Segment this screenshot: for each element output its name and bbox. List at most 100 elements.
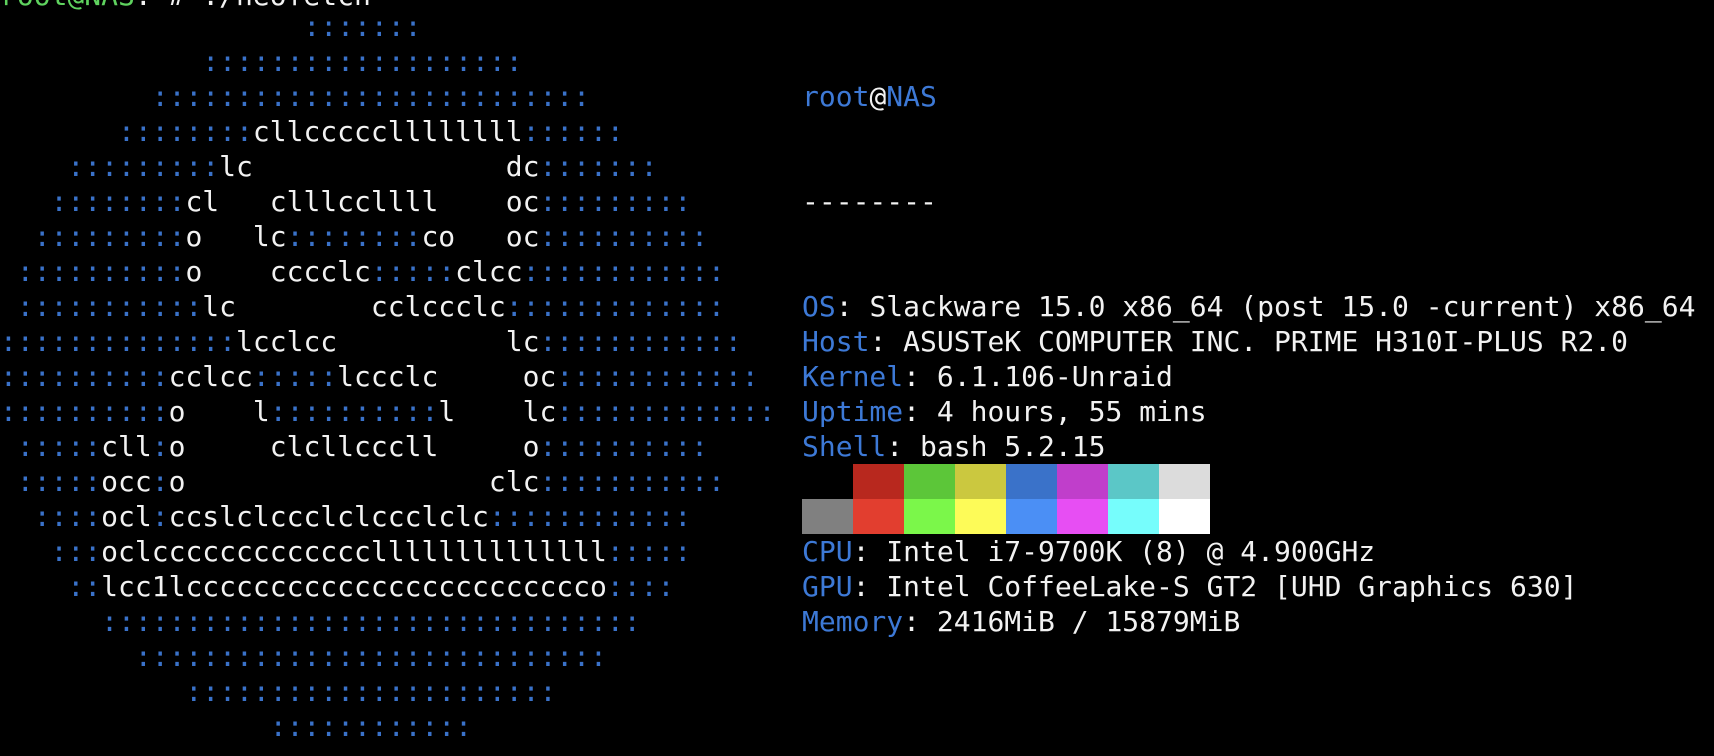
logo-segment: cll xyxy=(101,430,152,463)
color-swatch-normal-5 xyxy=(1057,464,1108,499)
info-value: ASUSTeK COMPUTER INC. PRIME H310I-PLUS R… xyxy=(903,325,1629,358)
logo-segment: ::: xyxy=(0,535,102,568)
logo-line: ::::::::::o cccclc:::::clcc:::::::::::: xyxy=(0,254,775,289)
title-separator: -------- xyxy=(802,185,937,218)
logo-segment: :::::::::: xyxy=(0,255,186,288)
logo-segment: ::::::::: xyxy=(0,220,186,253)
logo-line: ::::::::::::::::::: xyxy=(0,44,775,79)
logo-segment: ccslclccclclccclclc xyxy=(168,500,489,533)
logo-segment: ::::::::::::: xyxy=(556,395,776,428)
logo-segment: cclcc xyxy=(168,360,253,393)
info-key: OS xyxy=(802,290,836,323)
logo-segment: : xyxy=(151,500,169,533)
logo-segment: : xyxy=(151,430,169,463)
color-swatch-normal-7 xyxy=(1159,464,1210,499)
color-swatch-normal-3 xyxy=(955,464,1006,499)
color-swatch-bright-4 xyxy=(1006,499,1057,534)
color-swatch-normal-2 xyxy=(904,464,955,499)
logo-segment: :::::::::: xyxy=(539,430,709,463)
logo-segment: o clc xyxy=(168,465,540,498)
logo-segment: ::::::::::: xyxy=(0,290,203,323)
info-row-host: Host: ASUSTeK COMPUTER INC. PRIME H310I-… xyxy=(802,325,1629,358)
logo-segment: lc dc xyxy=(219,150,540,183)
logo-segment: :: xyxy=(0,570,102,603)
logo-line: :::::::::::::::::::::::::::::::: xyxy=(0,604,775,639)
info-row-gpu: GPU: Intel CoffeeLake-S GT2 [UHD Graphic… xyxy=(802,570,1578,603)
logo-segment: co oc xyxy=(421,220,540,253)
logo-segment: ::::: xyxy=(606,535,692,568)
info-row-os: OS: Slackware 15.0 x86_64 (post 15.0 -cu… xyxy=(802,290,1696,323)
logo-segment: :::: xyxy=(606,570,675,603)
color-swatch-bright-3 xyxy=(955,499,1006,534)
info-value: Intel i7-9700K (8) @ 4.900GHz xyxy=(886,535,1376,568)
color-swatch-bright-2 xyxy=(904,499,955,534)
info-row-shell: Shell: bash 5.2.15 xyxy=(802,430,1106,463)
logo-segment: ::::: xyxy=(252,360,338,393)
logo-line: ::::::::::cclcc:::::lccclc oc:::::::::::… xyxy=(0,359,775,394)
info-row-kernel: Kernel: 6.1.106-Unraid xyxy=(802,360,1173,393)
logo-line: :::::::::lc dc::::::: xyxy=(0,149,775,184)
logo-line: ::::::: xyxy=(0,9,775,44)
logo-segment: :::::::::: xyxy=(539,220,709,253)
info-key: Shell xyxy=(802,430,887,463)
logo-segment: ::::::::::::: xyxy=(505,290,725,323)
logo-line: :::oclcccccccccccccllllllllllllll::::: xyxy=(0,534,775,569)
logo-line: ::::::::::::::lcclcc lc:::::::::::: xyxy=(0,324,775,359)
color-swatch-bright-5 xyxy=(1057,499,1108,534)
palette-row-bright xyxy=(802,499,1210,534)
logo-line: :::::::::o lc::::::::co oc:::::::::: xyxy=(0,219,775,254)
logo-line: :::::::::::lc cclccclc::::::::::::: xyxy=(0,289,775,324)
logo-line: :::::::::::::::::::::::::::: xyxy=(0,639,775,674)
info-key: Host xyxy=(802,325,870,358)
logo-segment: cllcccccllllllll xyxy=(252,115,523,148)
logo-segment: ::::::::: xyxy=(539,185,692,218)
logo-segment: o cccclc xyxy=(185,255,371,288)
logo-segment: ::::: xyxy=(370,255,456,288)
logo-segment: lccclc oc xyxy=(337,360,557,393)
logo-line: :::::occ:o clc::::::::::: xyxy=(0,464,775,499)
color-swatch-bright-7 xyxy=(1159,499,1210,534)
logo-segment: :::::::::::::: xyxy=(0,325,237,358)
info-row-cpu: CPU: Intel i7-9700K (8) @ 4.900GHz xyxy=(802,535,1376,568)
logo-segment: : xyxy=(151,465,169,498)
logo-segment: l lc xyxy=(438,395,557,428)
logo-segment: :::: xyxy=(0,500,102,533)
info-value: Slackware 15.0 x86_64 (post 15.0 -curren… xyxy=(869,290,1696,323)
color-palette xyxy=(802,464,1210,534)
logo-segment: :::::::: xyxy=(0,185,186,218)
logo-segment: :::::::::::::::::::::::::::: xyxy=(0,640,607,673)
info-value: 6.1.106-Unraid xyxy=(936,360,1173,393)
user-host-title: root@NAS xyxy=(802,79,1695,114)
logo-line: :::::::::::::::::::::::::: xyxy=(0,79,775,114)
logo-segment: lc cclccclc xyxy=(202,290,506,323)
info-value: Intel CoffeeLake-S GT2 [UHD Graphics 630… xyxy=(886,570,1578,603)
logo-segment: clcc xyxy=(455,255,523,288)
logo-line: :::::::::::: xyxy=(0,709,775,744)
logo-segment: :::::::::::::::::::::::::: xyxy=(0,80,591,113)
logo-line: ::::::::cllcccccllllllll:::::: xyxy=(0,114,775,149)
logo-segment: :::::::::::: xyxy=(539,325,742,358)
logo-segment: oclcccccccccccccllllllllllllll xyxy=(101,535,607,568)
logo-segment: ocl xyxy=(101,500,152,533)
logo-line: ::lcc1lcccccccccccccccccccccccco:::: xyxy=(0,569,775,604)
logo-segment: ::::: xyxy=(0,430,102,463)
logo-segment: occ xyxy=(101,465,152,498)
logo-segment: ::::: xyxy=(0,465,102,498)
logo-segment: :::::::::: xyxy=(269,395,439,428)
color-swatch-normal-0 xyxy=(802,464,853,499)
logo-segment: :::::::::::: xyxy=(488,500,692,533)
logo-segment: :::::::: xyxy=(0,115,253,148)
logo-segment: :::::::::::::::::::::::::::::::: xyxy=(0,605,641,638)
color-swatch-normal-6 xyxy=(1108,464,1159,499)
logo-segment: :::::::::::: xyxy=(522,255,725,288)
color-swatch-bright-1 xyxy=(853,499,904,534)
palette-row-normal xyxy=(802,464,1210,499)
color-swatch-normal-1 xyxy=(853,464,904,499)
logo-segment: :::::::::::: xyxy=(556,360,759,393)
color-swatch-normal-4 xyxy=(1006,464,1057,499)
logo-segment: ::::::::::: xyxy=(539,465,725,498)
logo-line: :::::::::::::::::::::: xyxy=(0,674,775,709)
info-value: 2416MiB / 15879MiB xyxy=(936,605,1241,638)
logo-segment: o lc xyxy=(185,220,287,253)
logo-segment: lcc1lcccccccccccccccccccccccco xyxy=(101,570,607,603)
